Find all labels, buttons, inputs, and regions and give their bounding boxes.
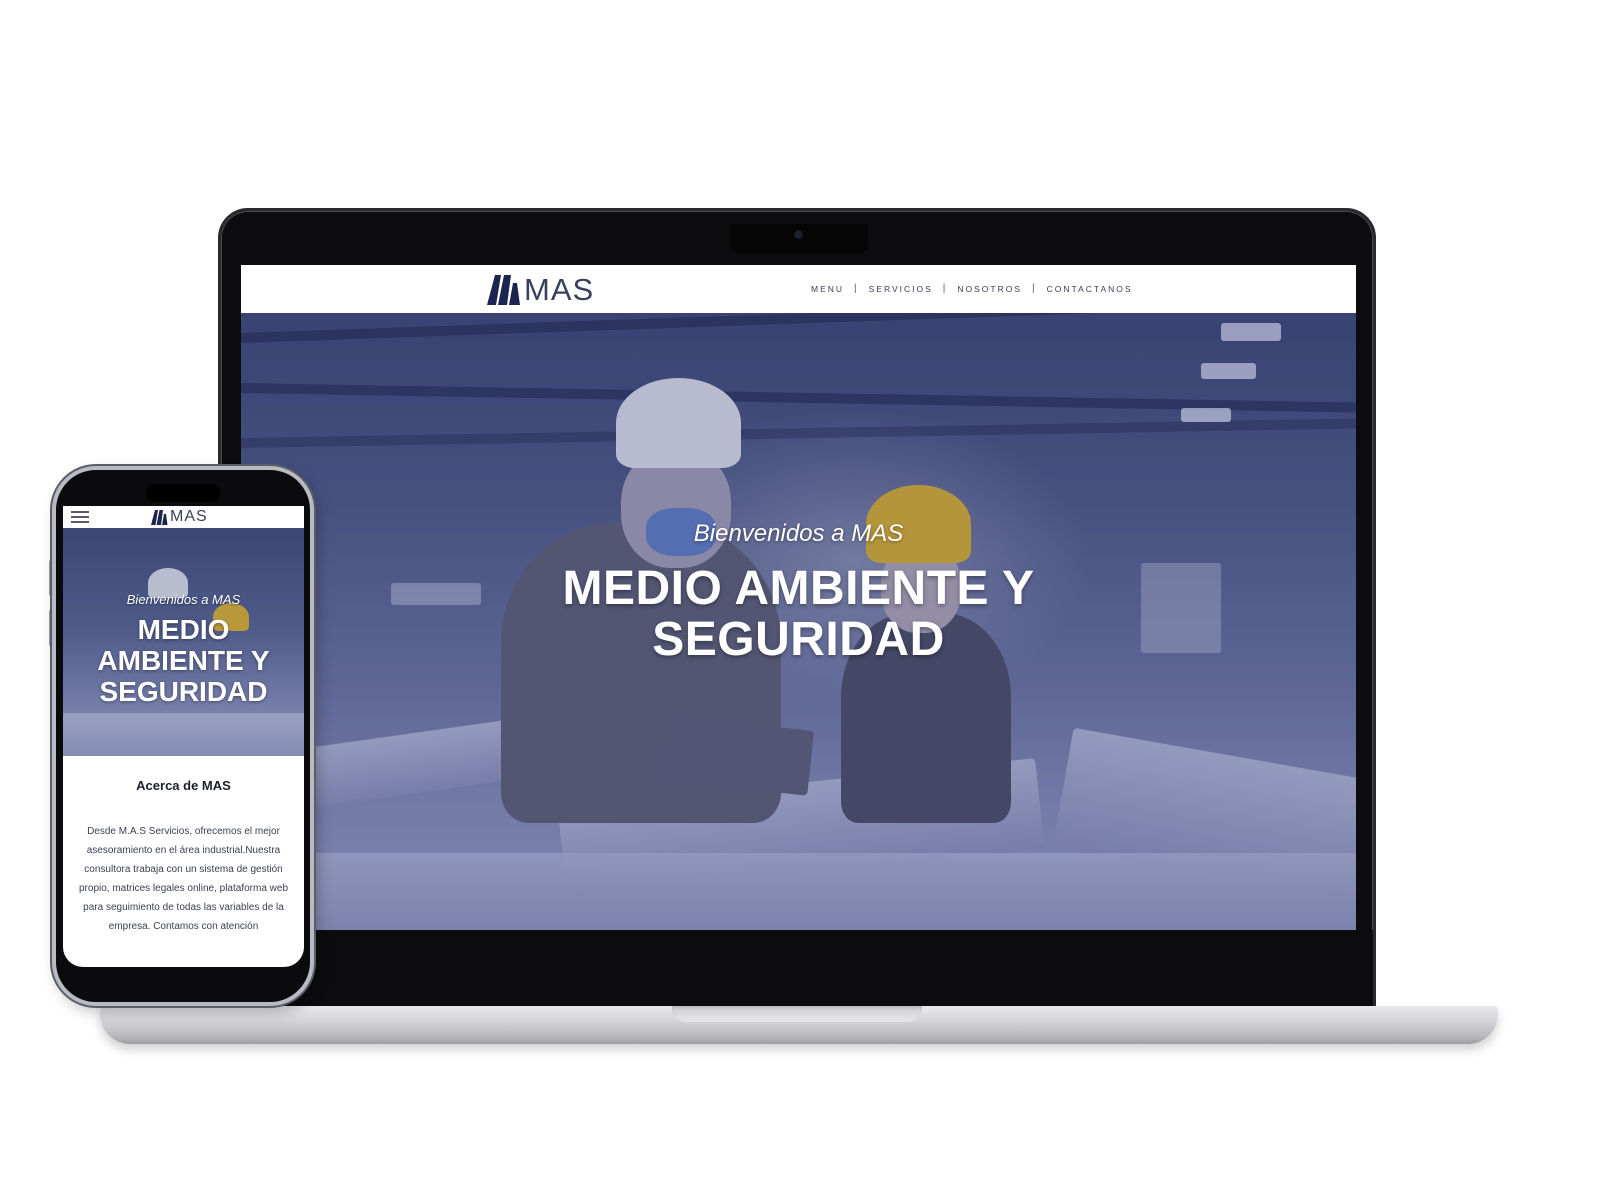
- phone-dynamic-island: [146, 484, 220, 502]
- mobile-hero-title-line: MEDIO: [137, 614, 230, 645]
- hamburger-icon[interactable]: [71, 511, 89, 523]
- nav-item-nosotros[interactable]: NOSOTROS: [947, 284, 1032, 294]
- about-title: Acerca de MAS: [136, 778, 231, 793]
- hero-section: Bienvenidos a MAS MEDIO AMBIENTE Y SEGUR…: [241, 313, 1356, 930]
- phone-screen: MAS Bienvenidos a MAS MEDIO AMBIENTE Y S…: [63, 506, 304, 967]
- mobile-header: MAS: [63, 506, 304, 528]
- mas-logo-mark-icon: [151, 510, 168, 525]
- main-nav: MENU | SERVICIOS | NOSOTROS | CONTACTANO…: [801, 283, 1143, 294]
- nav-item-servicios[interactable]: SERVICIOS: [859, 284, 943, 294]
- mobile-hero-title-line: AMBIENTE Y: [97, 645, 270, 676]
- mobile-hero-title-line: SEGURIDAD: [99, 676, 268, 707]
- nav-item-contactanos[interactable]: CONTACTANOS: [1037, 284, 1143, 294]
- mas-logo-mark-icon: [487, 275, 520, 305]
- mobile-hero-title: MEDIO AMBIENTE Y SEGURIDAD: [63, 614, 304, 707]
- site-logo[interactable]: MAS: [487, 273, 594, 305]
- laptop-screen: MAS MENU | SERVICIOS | NOSOTROS | CONTAC…: [241, 265, 1356, 930]
- hero-title: MEDIO AMBIENTE Y SEGURIDAD: [241, 563, 1356, 665]
- device-mockup-scene: MAS MENU | SERVICIOS | NOSOTROS | CONTAC…: [0, 0, 1600, 1200]
- site-header: MAS MENU | SERVICIOS | NOSOTROS | CONTAC…: [241, 265, 1356, 313]
- laptop-hinge: [672, 1006, 922, 1022]
- about-text: Desde M.A.S Servicios, ofrecemos el mejo…: [79, 826, 288, 932]
- mobile-hero-section: Bienvenidos a MAS MEDIO AMBIENTE Y SEGUR…: [63, 528, 304, 756]
- hero-title-line: SEGURIDAD: [652, 613, 945, 666]
- laptop-chin: [218, 930, 1376, 1006]
- logo-text: MAS: [170, 508, 208, 525]
- hero-title-line: MEDIO AMBIENTE Y: [562, 562, 1035, 615]
- logo-text: MAS: [524, 272, 595, 307]
- laptop-notch: [730, 224, 868, 254]
- hero-subtitle: Bienvenidos a MAS: [693, 520, 904, 547]
- nav-item-menu[interactable]: MENU: [801, 284, 854, 294]
- camera-icon: [795, 231, 802, 238]
- mobile-logo[interactable]: MAS: [151, 509, 208, 525]
- mobile-hero-subtitle: Bienvenidos a MAS: [126, 592, 241, 607]
